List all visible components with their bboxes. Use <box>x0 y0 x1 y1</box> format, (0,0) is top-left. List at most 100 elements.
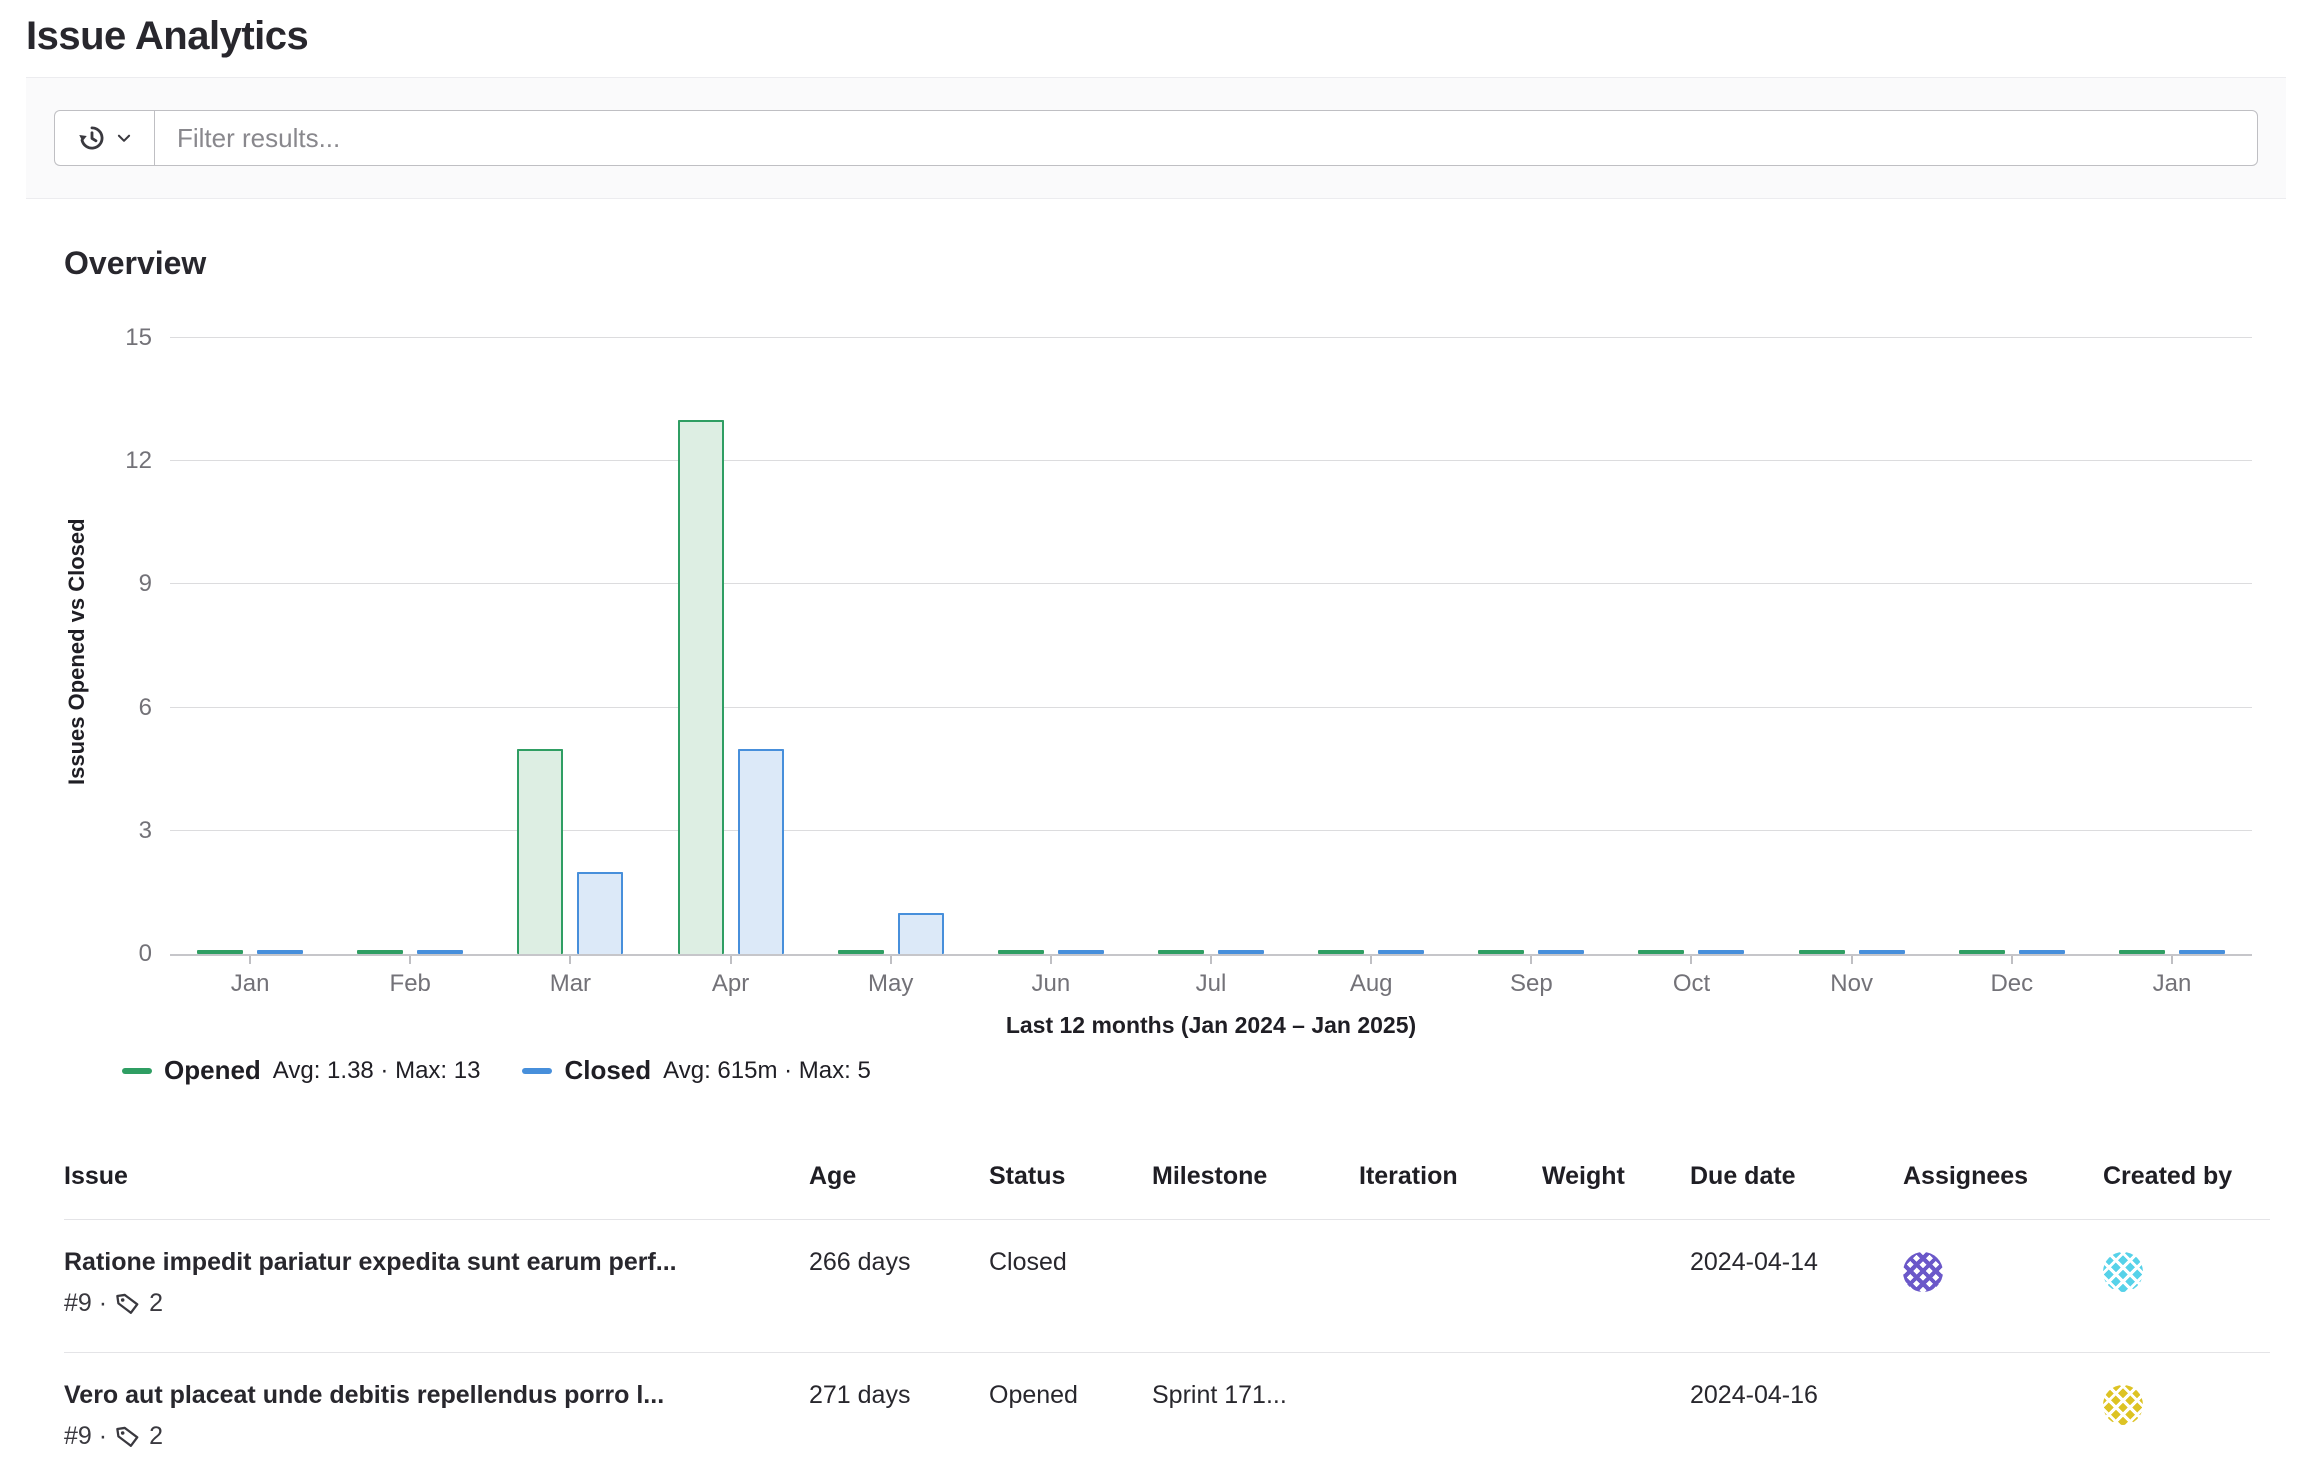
issue-weight <box>1542 1220 1690 1353</box>
closed-bar[interactable] <box>257 950 303 954</box>
column-header-iteration: Iteration <box>1359 1144 1542 1220</box>
chart-x-labels: JanFebMarAprMayJunJulAugSepOctNovDecJan <box>170 964 2252 998</box>
opened-bar[interactable] <box>357 950 403 954</box>
column-header-assignees: Assignees <box>1903 1144 2103 1220</box>
assignee-avatar[interactable] <box>1903 1252 1943 1292</box>
opened-bar[interactable] <box>1478 950 1524 954</box>
opened-bar[interactable] <box>1959 950 2005 954</box>
x-tick-label: Feb <box>330 964 490 998</box>
x-tick-label: Nov <box>1772 964 1932 998</box>
y-tick-label: 9 <box>139 570 152 598</box>
x-tick-mark <box>2011 956 2013 964</box>
closed-bar[interactable] <box>738 749 784 954</box>
issue-reference: #9 · <box>64 1289 107 1318</box>
closed-bar[interactable] <box>417 950 463 954</box>
bar-group-nov <box>1772 338 1932 954</box>
closed-bar[interactable] <box>2019 950 2065 954</box>
opened-bar[interactable] <box>838 950 884 954</box>
closed-bar[interactable] <box>1218 950 1264 954</box>
closed-bar[interactable] <box>1698 950 1744 954</box>
x-tick-label: Jan <box>170 964 330 998</box>
column-header-age: Age <box>809 1144 989 1220</box>
x-tick-mark <box>409 956 411 964</box>
x-tick-label: Aug <box>1291 964 1451 998</box>
opened-bar[interactable] <box>678 420 724 954</box>
issue-status: Opened <box>989 1353 1152 1470</box>
issue-created-by-cell <box>2103 1353 2270 1470</box>
closed-bar[interactable] <box>1859 950 1905 954</box>
y-tick-label: 3 <box>139 817 152 845</box>
x-tick-label: Jan <box>2092 964 2252 998</box>
issue-age: 266 days <box>809 1220 989 1353</box>
issue-meta: #9 ·2 <box>64 1289 799 1318</box>
opened-bar[interactable] <box>1638 950 1684 954</box>
chart-legend: OpenedAvg: 1.38 · Max: 13 Closed Avg: 615m… <box>122 1055 2252 1086</box>
column-header-due-date: Due date <box>1690 1144 1903 1220</box>
x-tick-mark <box>1210 956 1212 964</box>
column-header-weight: Weight <box>1542 1144 1690 1220</box>
issue-iteration <box>1359 1220 1542 1353</box>
issue-weight <box>1542 1353 1690 1470</box>
created-by-avatar[interactable] <box>2103 1252 2143 1292</box>
table-row: Vero aut placeat unde debitis repellendu… <box>64 1353 2270 1470</box>
label-tag-icon <box>115 1291 141 1317</box>
x-tick-mark <box>730 956 732 964</box>
filter-group <box>54 110 2258 166</box>
filter-panel <box>26 77 2286 199</box>
created-by-avatar[interactable] <box>2103 1385 2143 1425</box>
x-tick-label: Jun <box>971 964 1131 998</box>
bar-group-jul <box>1131 338 1291 954</box>
closed-bar[interactable] <box>1058 950 1104 954</box>
issue-assignees-cell <box>1903 1220 2103 1353</box>
legend-series-stats: Avg: 615m · Max: 5 <box>663 1057 871 1085</box>
x-tick-mark <box>569 956 571 964</box>
opened-bar[interactable] <box>1318 950 1364 954</box>
chart-x-ticks <box>170 956 2252 964</box>
closed-bar[interactable] <box>1538 950 1584 954</box>
opened-bar[interactable] <box>197 950 243 954</box>
legend-item-closed[interactable]: Closed Avg: 615m · Max: 5 <box>522 1055 870 1086</box>
issues-table: IssueAgeStatusMilestoneIterationWeightDu… <box>64 1144 2270 1470</box>
issues-chart: Issues Opened vs Closed 03691215 JanFebM… <box>0 292 2312 1086</box>
closed-bar[interactable] <box>2179 950 2225 954</box>
issue-reference: #9 · <box>64 1422 107 1451</box>
closed-bar[interactable] <box>577 872 623 954</box>
x-tick-mark <box>890 956 892 964</box>
opened-bar[interactable] <box>517 749 563 954</box>
issue-milestone <box>1152 1220 1359 1353</box>
opened-bar[interactable] <box>1799 950 1845 954</box>
chart-plot-area: 03691215 <box>170 338 2252 956</box>
page-title: Issue Analytics <box>0 0 2312 77</box>
closed-bar[interactable] <box>898 913 944 954</box>
opened-bar[interactable] <box>1158 950 1204 954</box>
filter-history-button[interactable] <box>54 110 154 166</box>
bar-group-may <box>811 338 971 954</box>
opened-bar[interactable] <box>2119 950 2165 954</box>
chart-x-axis-title: Last 12 months (Jan 2024 – Jan 2025) <box>170 998 2252 1039</box>
x-tick-label: May <box>811 964 971 998</box>
chevron-down-icon <box>115 129 133 147</box>
x-tick-mark <box>1530 956 1532 964</box>
filter-results-input[interactable] <box>154 110 2258 166</box>
closed-bar[interactable] <box>1378 950 1424 954</box>
y-tick-label: 15 <box>125 324 152 352</box>
legend-item-opened[interactable]: OpenedAvg: 1.38 · Max: 13 <box>122 1055 480 1086</box>
issue-iteration <box>1359 1353 1542 1470</box>
x-tick-label: Apr <box>650 964 810 998</box>
issue-title-link[interactable]: Vero aut placeat unde debitis repellendu… <box>64 1381 799 1410</box>
legend-dash-icon <box>122 1068 152 1074</box>
x-tick-mark <box>1851 956 1853 964</box>
issue-milestone: Sprint 171... <box>1152 1353 1359 1470</box>
bar-group-jan <box>2092 338 2252 954</box>
x-tick-label: Oct <box>1611 964 1771 998</box>
bar-group-jun <box>971 338 1131 954</box>
issue-assignees-cell <box>1903 1353 2103 1470</box>
x-tick-label: Dec <box>1932 964 2092 998</box>
y-tick-label: 0 <box>139 940 152 968</box>
opened-bar[interactable] <box>998 950 1044 954</box>
legend-series-name: Closed <box>564 1055 651 1086</box>
x-tick-label: Sep <box>1451 964 1611 998</box>
bar-group-oct <box>1611 338 1771 954</box>
issue-title-link[interactable]: Ratione impedit pariatur expedita sunt e… <box>64 1248 799 1277</box>
x-tick-mark <box>1690 956 1692 964</box>
